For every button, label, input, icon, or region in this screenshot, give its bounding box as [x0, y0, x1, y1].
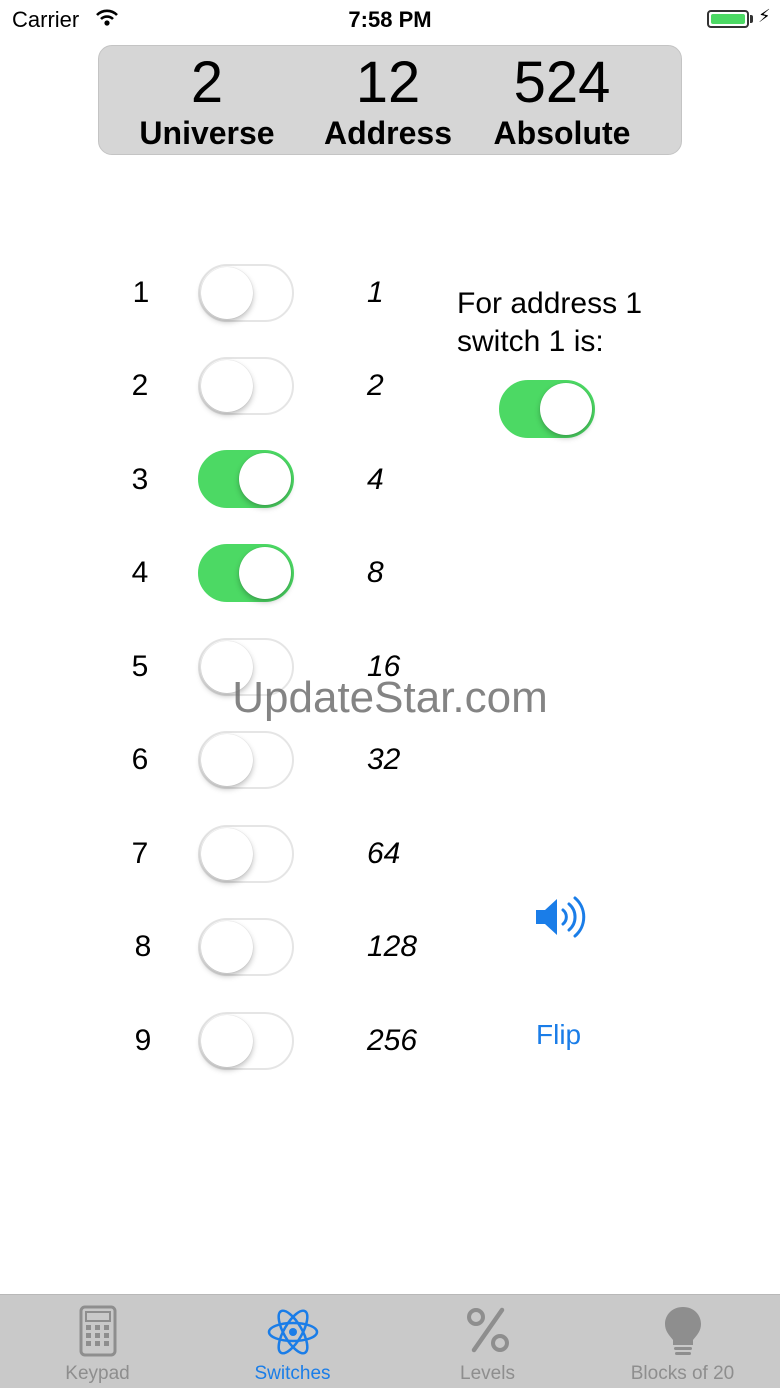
switch-number: 2 [131, 369, 149, 402]
charging-icon: ⚡ [758, 6, 771, 26]
switch-value: 32 [367, 743, 401, 776]
absolute-block: 524 Absolute [472, 46, 652, 150]
switch-value: 8 [367, 556, 384, 589]
switch-number: 6 [131, 743, 149, 776]
address-label: Address [323, 115, 453, 151]
switch-toggle-6[interactable] [198, 731, 294, 789]
tab-label: Keypad [65, 1363, 130, 1384]
switch-toggle-2[interactable] [198, 357, 294, 415]
absolute-value: 524 [513, 50, 611, 115]
switch-value: 256 [367, 1024, 418, 1057]
calculator-icon [79, 1305, 116, 1357]
switch-toggle-1[interactable] [198, 264, 294, 322]
switch-toggle-9[interactable] [198, 1012, 294, 1070]
switch-toggle-7[interactable] [198, 825, 294, 883]
switch-toggle-3[interactable] [198, 450, 294, 508]
address-block: 12 Address [298, 46, 478, 150]
switch-number: 4 [131, 556, 149, 589]
switch-toggle-8[interactable] [198, 918, 294, 976]
info-line-1: For address 1 [457, 287, 643, 320]
lightbulb-icon [664, 1307, 701, 1355]
switch-value: 4 [367, 463, 384, 496]
switch-state-toggle[interactable] [499, 380, 595, 438]
switch-value: 64 [367, 837, 401, 870]
battery-tip [750, 15, 753, 23]
switch-number: 8 [134, 930, 152, 963]
percent-icon [466, 1307, 509, 1353]
universe-value: 2 [190, 50, 224, 115]
universe-block: 2 Universe [117, 46, 297, 150]
switch-toggle-4[interactable] [198, 544, 294, 602]
tab-keypad[interactable]: Keypad [0, 1295, 195, 1388]
tab-blocks-of-20[interactable]: Blocks of 20 [585, 1295, 780, 1388]
battery-icon [707, 10, 749, 28]
tab-label: Switches [254, 1363, 331, 1384]
switch-info: For address 1 switch 1 is: [457, 285, 642, 361]
speaker-icon[interactable] [534, 894, 586, 940]
tab-label: Blocks of 20 [630, 1363, 735, 1384]
tab-bar: Keypad Switches Levels Blocks of 20 [0, 1294, 780, 1388]
atom-icon [267, 1309, 318, 1355]
absolute-label: Absolute [493, 115, 631, 151]
watermark: UpdateStar.com [232, 673, 548, 722]
universe-label: Universe [139, 115, 275, 151]
dmx-summary-panel: 2 Universe 12 Address 524 Absolute [98, 45, 682, 155]
tab-switches[interactable]: Switches [195, 1295, 390, 1388]
switch-value: 128 [367, 930, 418, 963]
switch-number: 9 [134, 1024, 152, 1057]
info-line-2: switch 1 is: [457, 325, 604, 358]
flip-button[interactable]: Flip [536, 1019, 581, 1051]
switch-value: 2 [367, 369, 384, 402]
status-bar: Carrier 7:58 PM ⚡ [0, 0, 780, 40]
address-value: 12 [355, 50, 421, 115]
switch-number: 3 [131, 463, 149, 496]
switch-value: 1 [367, 276, 384, 309]
tab-levels[interactable]: Levels [390, 1295, 585, 1388]
tab-label: Levels [460, 1363, 515, 1384]
switch-number: 1 [132, 276, 150, 309]
switch-number: 7 [131, 837, 149, 870]
clock: 7:58 PM [348, 7, 432, 32]
